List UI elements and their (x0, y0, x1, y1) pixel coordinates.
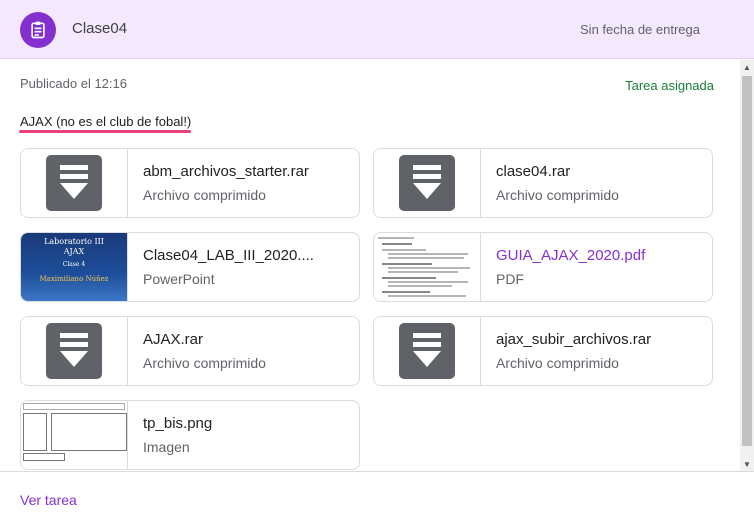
attachment-card[interactable]: AJAX.rar Archivo comprimido (20, 316, 360, 386)
download-icon (399, 323, 455, 379)
scroll-up-arrow-icon[interactable]: ▲ (740, 60, 754, 74)
attachment-type: Archivo comprimido (496, 355, 619, 371)
assignment-title: Clase04 (72, 20, 128, 37)
slide-title-line: AJAX (63, 247, 85, 256)
published-time: Publicado el 12:16 (20, 76, 127, 91)
pdf-preview (374, 233, 480, 301)
download-icon (46, 323, 102, 379)
attachment-type: Archivo comprimido (496, 187, 619, 203)
attachment-name: AJAX.rar (143, 331, 204, 348)
download-icon (399, 155, 455, 211)
attachment-name: tp_bis.png (143, 415, 213, 432)
attachment-thumbnail (21, 401, 128, 469)
assignment-description: AJAX (no es el club de fobal!) (20, 114, 192, 129)
attachment-type: Archivo comprimido (143, 187, 266, 203)
attachment-name: ajax_subir_archivos.rar (496, 331, 652, 348)
slide-author: Maximiliano Núñez (39, 275, 109, 283)
attachment-thumbnail (374, 149, 481, 217)
attachment-thumbnail (374, 233, 481, 301)
attachment-name: abm_archivos_starter.rar (143, 163, 309, 180)
attachment-type: PowerPoint (143, 271, 215, 287)
card-footer: Ver tarea (0, 471, 754, 526)
slide-subtitle: Clase 4 (62, 261, 86, 268)
attachment-type: PDF (496, 271, 524, 287)
attachment-thumbnail (374, 317, 481, 385)
annotation-underline (19, 130, 191, 133)
assignment-content: Publicado el 12:16 Tarea asignada AJAX (… (0, 60, 740, 471)
due-date: Sin fecha de entrega (580, 22, 700, 37)
view-assignment-link[interactable]: Ver tarea (20, 492, 77, 508)
attachment-name: Clase04_LAB_III_2020.... (143, 247, 314, 264)
attachment-card[interactable]: clase04.rar Archivo comprimido (373, 148, 713, 218)
vertical-scrollbar[interactable]: ▲ ▼ (740, 60, 754, 471)
attachment-card[interactable]: GUIA_AJAX_2020.pdf PDF (373, 232, 713, 302)
assignment-header: Clase04 Sin fecha de entrega (0, 0, 754, 59)
attachment-thumbnail (21, 317, 128, 385)
scrollbar-thumb[interactable] (742, 76, 752, 446)
slide-title-line: Laboratorio III (44, 237, 104, 246)
attachment-card[interactable]: abm_archivos_starter.rar Archivo comprim… (20, 148, 360, 218)
attachment-card[interactable]: ajax_subir_archivos.rar Archivo comprimi… (373, 316, 713, 386)
attachment-name: clase04.rar (496, 163, 571, 180)
attachment-thumbnail: Laboratorio III AJAX Clase 4 Maximiliano… (21, 233, 128, 301)
attachment-type: Imagen (143, 439, 190, 455)
scroll-down-arrow-icon[interactable]: ▼ (740, 457, 754, 471)
image-preview (21, 401, 127, 469)
attachment-name: GUIA_AJAX_2020.pdf (496, 247, 646, 264)
slide-preview: Laboratorio III AJAX Clase 4 Maximiliano… (21, 233, 127, 301)
attachment-type: Archivo comprimido (143, 355, 266, 371)
attachment-card[interactable]: tp_bis.png Imagen (20, 400, 360, 470)
assignment-icon (20, 12, 56, 48)
attachment-card[interactable]: Laboratorio III AJAX Clase 4 Maximiliano… (20, 232, 360, 302)
download-icon (46, 155, 102, 211)
attachment-thumbnail (21, 149, 128, 217)
status-label: Tarea asignada (625, 78, 714, 93)
